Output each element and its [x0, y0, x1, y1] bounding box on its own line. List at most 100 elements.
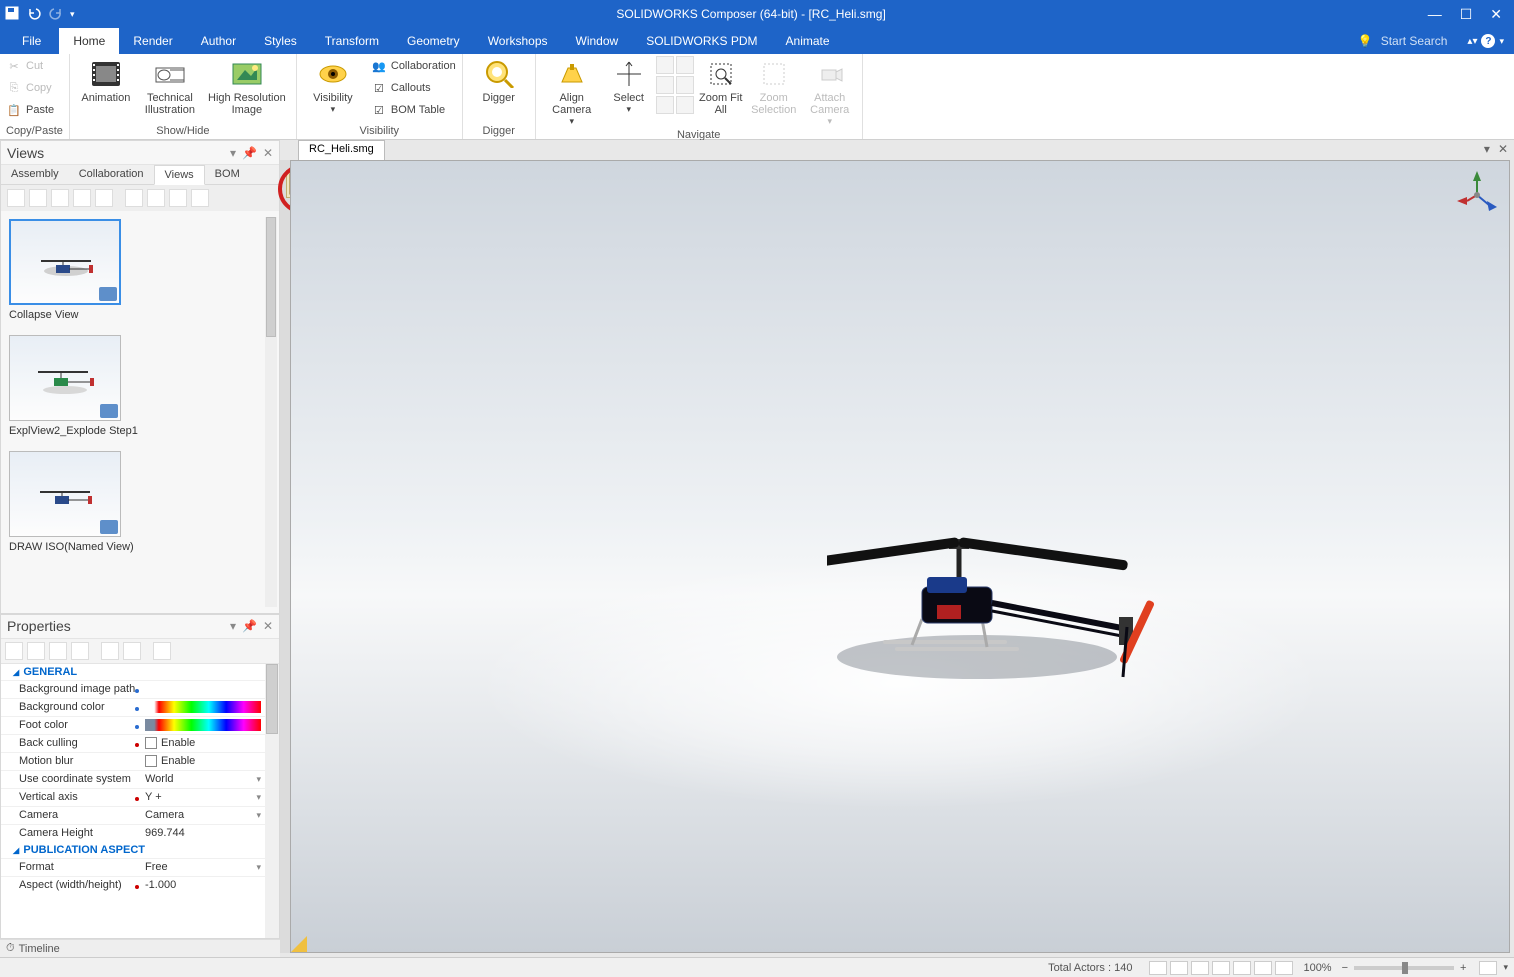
callouts-button[interactable]: ☑Callouts	[371, 78, 456, 98]
prop-vertical-axis[interactable]: Vertical axisY +▾	[1, 788, 279, 806]
view-triad-icon[interactable]	[1453, 167, 1501, 215]
checkbox[interactable]	[145, 755, 157, 767]
minimize-button[interactable]: —	[1428, 6, 1442, 23]
nav-tool-5[interactable]	[656, 96, 674, 114]
status-tool-4[interactable]	[1212, 961, 1230, 975]
pane-pin-icon[interactable]: 📌	[242, 619, 257, 633]
nav-tool-3[interactable]	[656, 76, 674, 94]
zoom-slider-handle[interactable]	[1402, 962, 1408, 974]
prop-back-culling[interactable]: Back cullingEnable	[1, 734, 279, 752]
view-thumbnail[interactable]	[9, 451, 121, 537]
properties-scrollbar[interactable]	[265, 664, 279, 938]
zoom-in-button[interactable]: +	[1460, 962, 1466, 974]
zoom-selection-button[interactable]: Zoom Selection	[748, 56, 800, 116]
tab-assembly[interactable]: Assembly	[1, 165, 69, 184]
views-tool-8[interactable]	[169, 189, 187, 207]
category-publication[interactable]: PUBLICATION ASPECT	[1, 842, 279, 858]
tab-styles[interactable]: Styles	[250, 28, 311, 54]
dropdown-icon[interactable]: ▾	[256, 810, 261, 821]
tab-views[interactable]: Views	[154, 165, 205, 185]
prop-tool-3[interactable]	[49, 642, 67, 660]
tab-window[interactable]: Window	[562, 28, 633, 54]
prop-aspect[interactable]: Aspect (width/height)-1.000	[1, 876, 279, 894]
view-thumbnail[interactable]	[9, 335, 121, 421]
views-tool-1[interactable]	[7, 189, 25, 207]
view-item-collapse[interactable]: Collapse View	[9, 219, 271, 321]
paste-button[interactable]: 📋Paste	[6, 100, 54, 120]
views-tool-4[interactable]	[73, 189, 91, 207]
search-box[interactable]: 💡 Start Search	[1358, 28, 1468, 54]
viewport-resize-corner[interactable]	[291, 936, 307, 952]
doc-close-icon[interactable]: ✕	[1498, 142, 1508, 156]
tab-render[interactable]: Render	[119, 28, 186, 54]
help-dropdown-icon[interactable]: ▾	[1499, 36, 1504, 47]
prop-bg-image[interactable]: Background image path	[1, 680, 279, 698]
prop-motion-blur[interactable]: Motion blurEnable	[1, 752, 279, 770]
zoom-slider[interactable]	[1354, 966, 1454, 970]
zoom-out-button[interactable]: −	[1342, 962, 1348, 974]
animation-button[interactable]: Animation	[76, 56, 136, 104]
pane-close-icon[interactable]: ✕	[263, 146, 273, 160]
pane-options-icon[interactable]: ▾	[230, 619, 236, 633]
dropdown-icon[interactable]: ▾	[256, 792, 261, 803]
align-camera-button[interactable]: Align Camera▾	[542, 56, 602, 127]
undo-icon[interactable]	[26, 5, 42, 24]
tab-bom[interactable]: BOM	[205, 165, 250, 184]
tab-transform[interactable]: Transform	[311, 28, 393, 54]
document-tab[interactable]: RC_Heli.smg	[298, 140, 385, 160]
status-tool-5[interactable]	[1233, 961, 1251, 975]
help-icon[interactable]: ?	[1481, 34, 1495, 48]
views-scrollbar[interactable]	[265, 217, 277, 607]
visibility-button[interactable]: Visibility▾	[303, 56, 363, 115]
high-resolution-image-button[interactable]: High Resolution Image	[204, 56, 290, 116]
status-tool-3[interactable]	[1191, 961, 1209, 975]
doc-restore-icon[interactable]: ▾	[1484, 142, 1490, 156]
status-tool-1[interactable]	[1149, 961, 1167, 975]
select-button[interactable]: Select▾	[606, 56, 652, 115]
prop-tool-2[interactable]	[27, 642, 45, 660]
tab-pdm[interactable]: SOLIDWORKS PDM	[632, 28, 771, 54]
pane-close-icon[interactable]: ✕	[263, 619, 273, 633]
checkbox[interactable]	[145, 737, 157, 749]
prop-format[interactable]: FormatFree▾	[1, 858, 279, 876]
views-tool-3[interactable]	[51, 189, 69, 207]
properties-scroll-thumb[interactable]	[266, 664, 278, 734]
attach-camera-button[interactable]: Attach Camera▾	[804, 56, 856, 127]
nav-tool-6[interactable]	[676, 96, 694, 114]
prop-camera-height[interactable]: Camera Height969.744	[1, 824, 279, 842]
prop-tool-7[interactable]	[153, 642, 171, 660]
redo-icon[interactable]	[48, 5, 64, 24]
prop-tool-6[interactable]	[123, 642, 141, 660]
views-tool-7[interactable]	[147, 189, 165, 207]
views-tool-6[interactable]	[125, 189, 143, 207]
save-icon[interactable]	[4, 5, 20, 24]
prop-camera[interactable]: CameraCamera▾	[1, 806, 279, 824]
dropdown-icon[interactable]: ▾	[256, 862, 261, 873]
copy-button[interactable]: ⎘Copy	[6, 78, 54, 98]
status-tool-2[interactable]	[1170, 961, 1188, 975]
maximize-button[interactable]: ☐	[1460, 6, 1473, 23]
timeline-tab[interactable]: ⏱ Timeline	[0, 939, 280, 957]
prop-tool-4[interactable]	[71, 642, 89, 660]
color-picker-strip[interactable]	[145, 719, 261, 731]
bom-table-button[interactable]: ☑BOM Table	[371, 100, 456, 120]
view-item-explode[interactable]: ExplView2_Explode Step1	[9, 335, 271, 437]
views-tool-9[interactable]	[191, 189, 209, 207]
status-dropdown-icon[interactable]: ▾	[1503, 962, 1508, 973]
tab-home[interactable]: Home	[59, 28, 119, 54]
prop-bg-color[interactable]: Background color	[1, 698, 279, 716]
view-item-drawiso[interactable]: DRAW ISO(Named View)	[9, 451, 271, 553]
status-fit-button[interactable]	[1479, 961, 1497, 975]
pane-options-icon[interactable]: ▾	[230, 146, 236, 160]
nav-tool-1[interactable]	[656, 56, 674, 74]
view-thumbnail[interactable]	[9, 219, 121, 305]
prop-coordinate-system[interactable]: Use coordinate systemWorld▾	[1, 770, 279, 788]
tab-workshops[interactable]: Workshops	[474, 28, 562, 54]
views-tool-2[interactable]	[29, 189, 47, 207]
tab-animate[interactable]: Animate	[772, 28, 844, 54]
prop-foot-color[interactable]: Foot color	[1, 716, 279, 734]
close-button[interactable]: ✕	[1490, 6, 1502, 23]
tab-file[interactable]: File	[4, 28, 59, 54]
technical-illustration-button[interactable]: Technical Illustration	[140, 56, 200, 116]
collapse-ribbon-icon[interactable]: ▴▾	[1467, 36, 1477, 47]
